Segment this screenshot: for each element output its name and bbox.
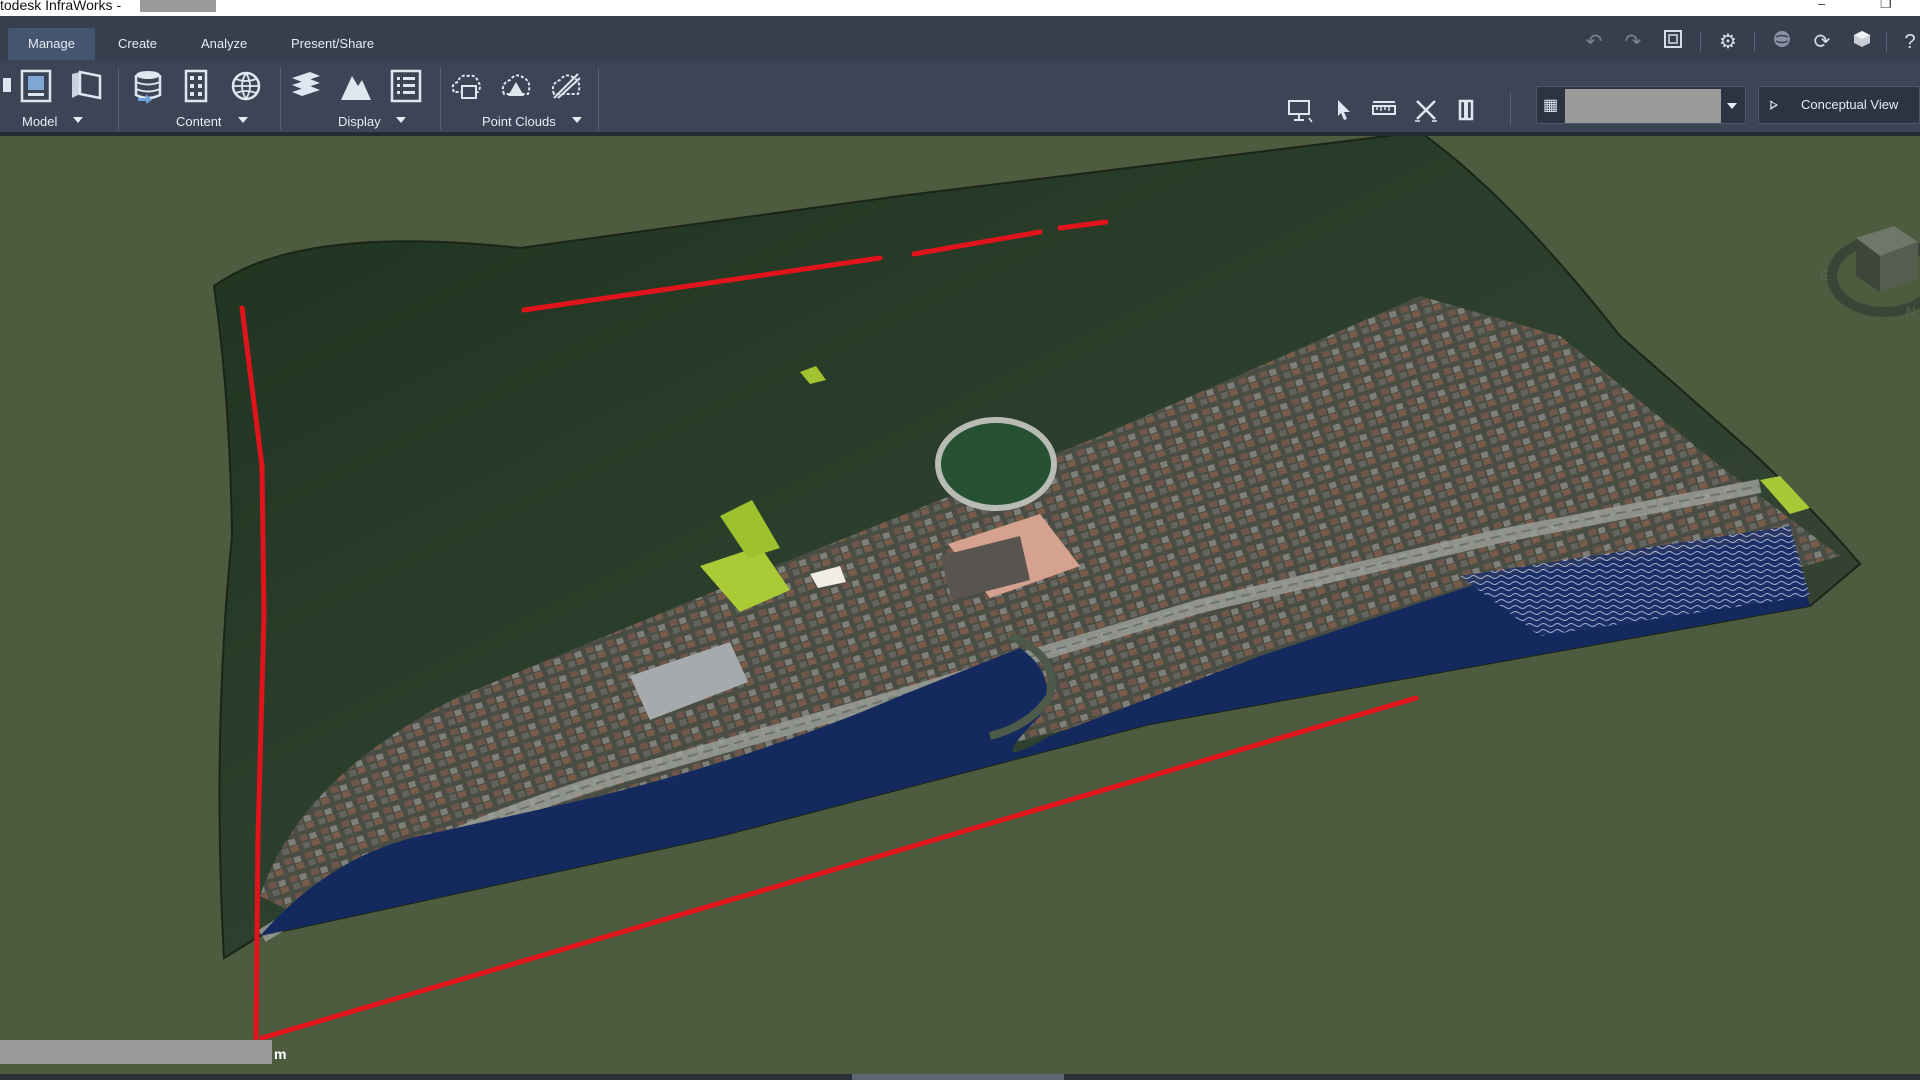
- tab-create[interactable]: Create: [98, 28, 177, 60]
- chevron-down-icon[interactable]: [1727, 103, 1737, 109]
- group-divider: [598, 68, 599, 130]
- scrollbar-thumb[interactable]: [852, 1074, 1064, 1080]
- group-label-content[interactable]: Content: [176, 114, 222, 129]
- chevron-down-icon[interactable]: [572, 117, 582, 123]
- building-grid-icon[interactable]: [178, 68, 216, 106]
- ribbon-panel: Model Content Display Point Clouds ▦ ⦠ C…: [0, 60, 1920, 136]
- settings-icon[interactable]: ⚙: [1714, 28, 1742, 56]
- model-explorer-icon[interactable]: [18, 68, 56, 106]
- ribbon-tab-bar: Manage Create Analyze Present/Share ↶ ↷ …: [0, 16, 1920, 60]
- undo-icon[interactable]: ↶: [1580, 28, 1608, 56]
- group-label-point-clouds[interactable]: Point Clouds: [482, 114, 556, 129]
- point-cloud-terrain-icon[interactable]: [498, 68, 536, 106]
- cube-icon[interactable]: [1848, 28, 1876, 56]
- view-selector-dropdown[interactable]: ▦: [1536, 86, 1746, 124]
- status-bar: [0, 1074, 1920, 1080]
- chevron-down-icon[interactable]: [238, 117, 248, 123]
- 3d-viewport[interactable]: E N m: [0, 136, 1920, 1080]
- point-cloud-modify-icon[interactable]: [548, 68, 586, 106]
- help-icon[interactable]: ?: [1896, 28, 1920, 56]
- measure-icon[interactable]: [1370, 96, 1402, 126]
- list-panel-icon[interactable]: [388, 68, 426, 106]
- tab-manage[interactable]: Manage: [8, 28, 95, 60]
- visual-style-button[interactable]: ⦠ Conceptual View: [1758, 86, 1920, 124]
- terrain-model[interactable]: [0, 136, 1920, 1080]
- compass-east-label: E: [1820, 268, 1829, 283]
- surface-layers-icon[interactable]: [68, 68, 106, 106]
- box-icon[interactable]: [1454, 96, 1486, 126]
- group-divider: [280, 68, 281, 130]
- compass-north-label: N: [1906, 304, 1915, 319]
- refresh-icon[interactable]: ⟳: [1808, 28, 1836, 56]
- tab-analyze[interactable]: Analyze: [181, 28, 267, 60]
- chevron-down-icon[interactable]: [396, 117, 406, 123]
- toolbar-divider: [1700, 32, 1701, 52]
- restore-button[interactable]: ❐: [1880, 0, 1892, 11]
- toolbar-divider: [1886, 32, 1887, 52]
- scale-unit: m: [274, 1046, 287, 1062]
- globe-data-icon[interactable]: [228, 68, 266, 106]
- view-icon: ▦: [1543, 97, 1559, 114]
- minimize-button[interactable]: –: [1818, 0, 1825, 11]
- redo-icon[interactable]: ↷: [1619, 28, 1647, 56]
- group-divider: [440, 68, 441, 130]
- terrain-icon[interactable]: [338, 68, 376, 106]
- group-label-display[interactable]: Display: [338, 114, 381, 129]
- group-divider: [118, 68, 119, 130]
- window-title: todesk InfraWorks -: [0, 0, 122, 13]
- select-icon[interactable]: [1330, 96, 1362, 126]
- globe-icon[interactable]: [1768, 28, 1796, 56]
- group-divider: [1510, 92, 1511, 126]
- point-cloud-icon[interactable]: [448, 68, 486, 106]
- toolbar-divider: [1754, 32, 1755, 52]
- visual-style-icon: ⦠: [1769, 96, 1779, 113]
- model-collapsed-icon[interactable]: [0, 68, 11, 106]
- presentation-icon[interactable]: [1286, 96, 1318, 126]
- view-cube[interactable]: E N: [1814, 186, 1920, 336]
- layers-icon[interactable]: [288, 68, 326, 106]
- chevron-down-icon[interactable]: [73, 117, 83, 123]
- tab-present-share[interactable]: Present/Share: [271, 28, 394, 60]
- title-bar: todesk InfraWorks - – ❐: [0, 0, 1920, 16]
- transform-icon[interactable]: [1412, 96, 1444, 126]
- data-sources-icon[interactable]: [130, 68, 168, 106]
- redacted-project-name: [140, 0, 216, 12]
- redacted-view-name: [1565, 89, 1721, 123]
- group-label-model[interactable]: Model: [22, 114, 57, 129]
- stadium: [935, 417, 1057, 511]
- scale-bar: [0, 1040, 272, 1064]
- fit-view-icon[interactable]: [1659, 28, 1687, 56]
- visual-style-label: Conceptual View: [1801, 97, 1899, 112]
